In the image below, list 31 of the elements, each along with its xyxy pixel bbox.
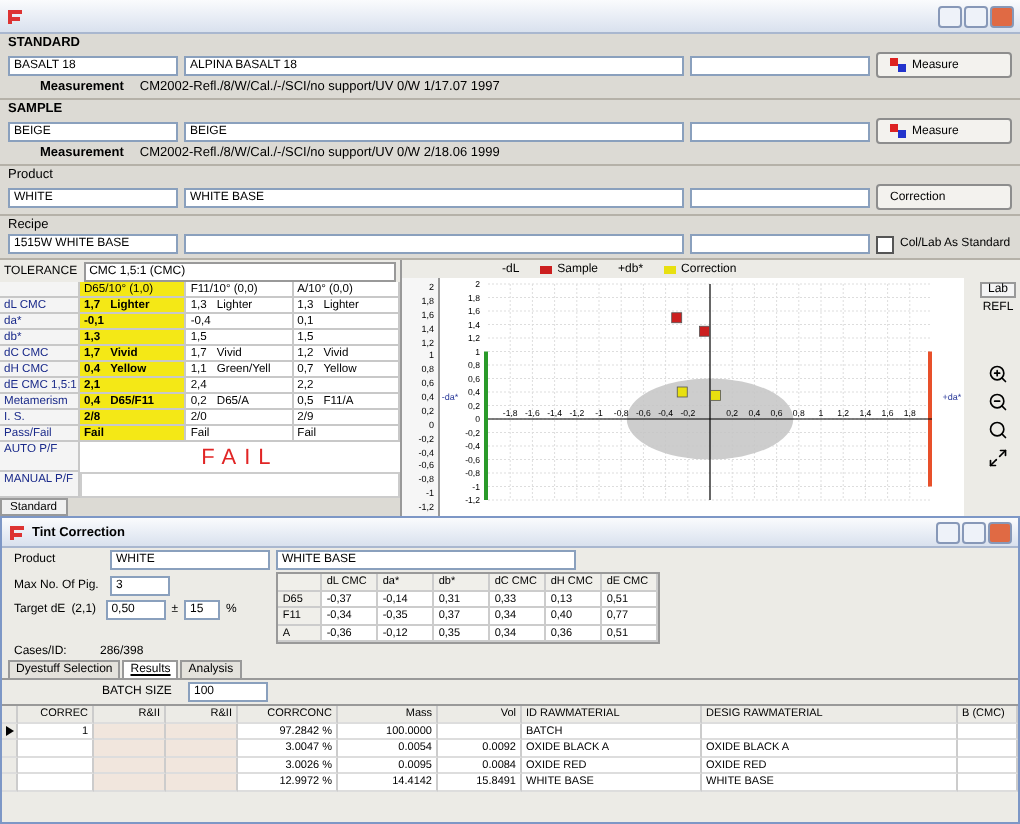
checkbox[interactable] (876, 235, 894, 253)
measure-icon (890, 58, 906, 72)
extra-field[interactable] (690, 187, 870, 207)
extra-field[interactable] (690, 234, 870, 254)
minimize-button[interactable] (936, 521, 960, 543)
search-icon[interactable] (986, 418, 1010, 442)
table-cell (958, 774, 1018, 791)
table-cell (958, 740, 1018, 757)
app-icon (6, 7, 24, 25)
zoom-in-icon[interactable] (986, 362, 1010, 386)
app-icon (8, 523, 26, 541)
table-cell (18, 740, 94, 757)
table-cell (166, 774, 238, 791)
extra-field[interactable] (690, 55, 870, 75)
corner-cell (278, 574, 323, 591)
table-cell (94, 774, 166, 791)
fit-icon[interactable] (986, 446, 1010, 470)
measure-icon (890, 124, 906, 138)
table-cell (18, 774, 94, 791)
extra-field[interactable] (690, 121, 870, 141)
close-button[interactable] (988, 521, 1012, 543)
close-button[interactable] (990, 5, 1014, 27)
table-cell (166, 740, 238, 757)
minimize-button[interactable] (938, 5, 962, 27)
table-cell (94, 740, 166, 757)
maximize-button[interactable] (962, 521, 986, 543)
zoom-out-icon[interactable] (986, 390, 1010, 414)
maximize-button[interactable] (964, 5, 988, 27)
recipe-name-field[interactable] (184, 234, 684, 254)
corner-cell (0, 282, 80, 298)
manual-input[interactable] (80, 472, 400, 498)
